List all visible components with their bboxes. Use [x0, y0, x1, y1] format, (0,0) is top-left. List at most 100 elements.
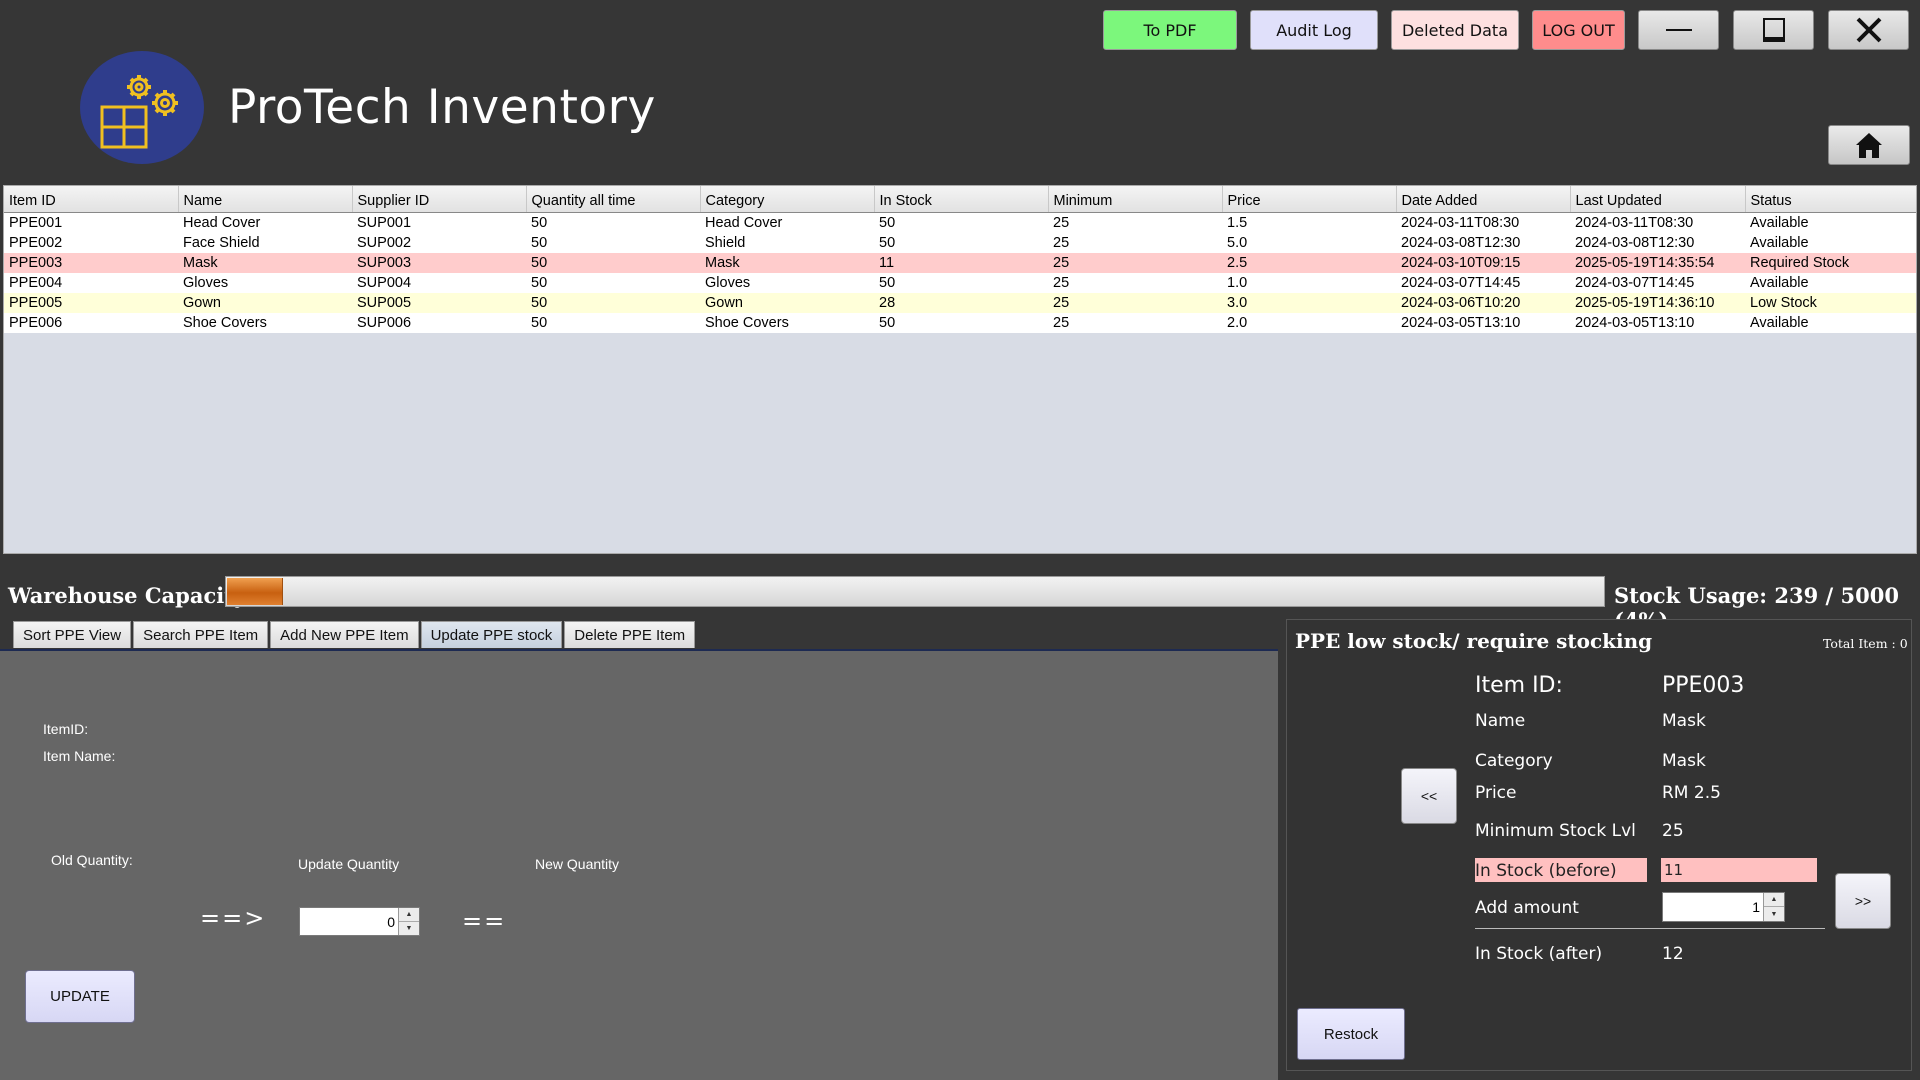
column-header[interactable]: Last Updated	[1570, 186, 1746, 213]
table-cell: Low Stock	[1745, 292, 1916, 313]
item-id-label: ItemID:	[43, 721, 89, 737]
table-cell: 1.0	[1222, 272, 1396, 293]
tab-delete-ppe-item[interactable]: Delete PPE Item	[564, 621, 696, 648]
table-cell: 2024-03-11T08:30	[1570, 212, 1745, 233]
column-header[interactable]: Supplier ID	[352, 186, 527, 213]
table-cell: Mask	[700, 252, 874, 273]
table-cell: 2025-05-19T14:36:10	[1570, 292, 1745, 313]
previous-item-button[interactable]: <<	[1401, 768, 1457, 824]
table-cell: 50	[526, 232, 700, 253]
table-row[interactable]: PPE006 Shoe Covers SUP006 50 Shoe Covers 50 25…	[4, 312, 1916, 333]
column-header[interactable]: Name	[178, 186, 353, 213]
table-cell: PPE006	[4, 312, 178, 333]
table-row[interactable]: PPE001 Head Cover SUP001 50 Head Cover 50 25 1.…	[4, 212, 1916, 233]
column-header[interactable]: Status	[1745, 186, 1916, 213]
spinner-up-icon[interactable]: ▲	[399, 908, 419, 922]
table-cell: 2024-03-05T13:10	[1570, 312, 1745, 333]
detail-category-value: Mask	[1662, 751, 1706, 771]
table-row[interactable]: PPE002 Face Shield SUP002 50 Shield 50 25 5.0 20…	[4, 232, 1916, 253]
add-amount-up-icon[interactable]: ▲	[1764, 893, 1784, 907]
table-cell: Shoe Covers	[700, 312, 874, 333]
column-header[interactable]: Date Added	[1396, 186, 1571, 213]
table-cell: 2024-03-07T14:45	[1570, 272, 1745, 293]
close-button[interactable]	[1828, 10, 1909, 50]
table-cell: 25	[1048, 272, 1222, 293]
next-item-button[interactable]: >>	[1835, 873, 1891, 929]
table-cell: PPE001	[4, 212, 178, 233]
table-cell: Gown	[178, 292, 352, 313]
deleted-data-button[interactable]: Deleted Data	[1391, 10, 1519, 50]
minimize-button[interactable]	[1638, 10, 1719, 50]
tab-bar: Sort PPE View Search PPE Item Add New PPE …	[13, 621, 696, 648]
table-cell: 50	[874, 212, 1048, 233]
table-cell: Shield	[700, 232, 874, 253]
table-cell: 25	[1048, 252, 1222, 273]
add-amount-spinner[interactable]: 1 ▲ ▼	[1662, 892, 1785, 922]
table-cell: Gloves	[178, 272, 352, 293]
to-pdf-button[interactable]: To PDF	[1103, 10, 1237, 50]
audit-log-button[interactable]: Audit Log	[1250, 10, 1378, 50]
home-button[interactable]	[1828, 125, 1910, 165]
table-cell: Head Cover	[178, 212, 352, 233]
column-header[interactable]: Price	[1222, 186, 1397, 213]
table-cell: 25	[1048, 212, 1222, 233]
tab-sort-ppe-view[interactable]: Sort PPE View	[13, 621, 132, 648]
table-row[interactable]: PPE005 Gown SUP005 50 Gown 28 25 3.0 2024-03-06T…	[4, 292, 1916, 313]
inventory-table[interactable]: Item ID Name Supplier ID Quantity all time C…	[3, 185, 1917, 554]
table-cell: Available	[1745, 312, 1916, 333]
detail-price-value: RM 2.5	[1662, 783, 1721, 803]
table-cell: Head Cover	[700, 212, 874, 233]
new-quantity-label: New Quantity	[535, 856, 620, 872]
add-amount-value[interactable]: 1	[1752, 893, 1760, 921]
update-quantity-label: Update Quantity	[298, 856, 400, 872]
table-cell: 28	[874, 292, 1048, 313]
minimize-icon	[1665, 29, 1692, 31]
table-cell: 50	[526, 312, 700, 333]
detail-in-stock-before-label: In Stock (before)	[1475, 858, 1647, 882]
detail-price-label: Price	[1475, 783, 1517, 803]
tab-update-ppe-stock[interactable]: Update PPE stock	[420, 621, 563, 648]
table-cell: 50	[526, 252, 700, 273]
table-cell: 2024-03-11T08:30	[1396, 212, 1570, 233]
arrow-symbol: ==>	[200, 904, 267, 932]
detail-in-stock-after-label: In Stock (after)	[1475, 944, 1603, 964]
update-button[interactable]: UPDATE	[25, 970, 135, 1023]
add-amount-down-icon[interactable]: ▼	[1764, 907, 1784, 921]
table-cell: Available	[1745, 212, 1916, 233]
table-cell: Available	[1745, 272, 1916, 293]
column-header[interactable]: In Stock	[874, 186, 1049, 213]
table-row[interactable]: PPE004 Gloves SUP004 50 Gloves 50 25 1.0 2024-03…	[4, 272, 1916, 293]
table-cell: PPE005	[4, 292, 178, 313]
column-header[interactable]: Item ID	[4, 186, 179, 213]
warehouse-capacity-bar	[225, 576, 1605, 607]
warehouse-capacity-label: Warehouse Capacity	[8, 583, 247, 608]
detail-min-stock-label: Minimum Stock Lvl	[1475, 821, 1636, 841]
table-cell: 1.5	[1222, 212, 1396, 233]
table-cell: PPE003	[4, 252, 178, 273]
update-quantity-value[interactable]: 0	[387, 908, 395, 935]
spinner-down-icon[interactable]: ▼	[399, 922, 419, 936]
restore-button[interactable]	[1733, 10, 1814, 50]
table-row[interactable]: PPE003 Mask SUP003 50 Mask 11 25 2.5 2024-03-10T…	[4, 252, 1916, 273]
update-quantity-spinner[interactable]: 0 ▲ ▼	[299, 907, 420, 936]
detail-name-label: Name	[1475, 711, 1526, 731]
tab-add-new-ppe-item[interactable]: Add New PPE Item	[270, 621, 419, 648]
detail-add-amount-label: Add amount	[1475, 898, 1579, 918]
app-title: ProTech Inventory	[228, 80, 656, 135]
column-header[interactable]: Quantity all time	[526, 186, 701, 213]
low-stock-panel	[1286, 619, 1912, 1071]
tab-search-ppe-item[interactable]: Search PPE Item	[133, 621, 269, 648]
table-cell: PPE002	[4, 232, 178, 253]
table-cell: SUP001	[352, 212, 526, 233]
home-icon	[1856, 133, 1882, 158]
logout-button[interactable]: LOG OUT	[1532, 10, 1625, 50]
item-name-label: Item Name:	[43, 748, 116, 764]
table-cell: 2024-03-10T09:15	[1396, 252, 1570, 273]
restock-button[interactable]: Restock	[1297, 1008, 1405, 1060]
column-header[interactable]: Category	[700, 186, 875, 213]
table-cell: 2.0	[1222, 312, 1396, 333]
detail-separator	[1475, 928, 1825, 929]
table-body: PPE001 Head Cover SUP001 50 Head Cover 50 25 1.…	[4, 212, 1916, 333]
column-header[interactable]: Minimum	[1048, 186, 1223, 213]
detail-category-label: Category	[1475, 751, 1553, 771]
